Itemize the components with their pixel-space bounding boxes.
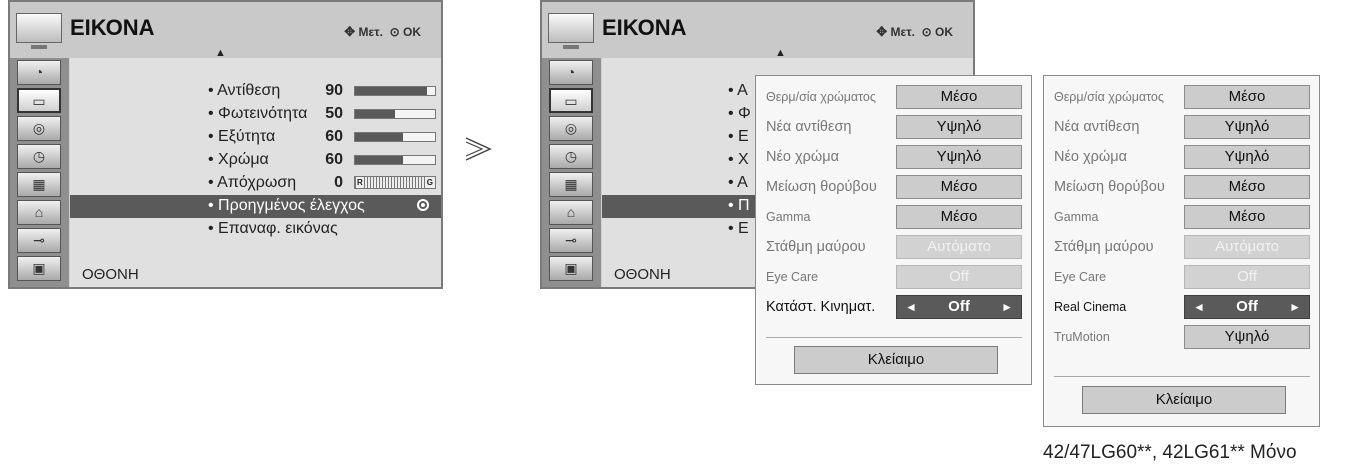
gamma-row[interactable]: Gamma Μέσο (756, 204, 1031, 231)
bar-fill (355, 133, 403, 141)
gamma-row[interactable]: Gamma Μέσο (1044, 204, 1319, 231)
sharpness-bar[interactable] (354, 132, 436, 142)
cinema-mode-row[interactable]: Κατάστ. Κινηματ. ◄ Off ► (756, 294, 1031, 321)
screen-label[interactable]: ΟΘΟΝΗ (614, 266, 671, 283)
cinema-mode-value[interactable]: ◄ Off ► (896, 295, 1022, 319)
brightness-item[interactable]: • Φωτεινότητα 50 (70, 103, 441, 126)
connector-icon[interactable]: ⊸ (17, 228, 61, 253)
tint-item[interactable]: • Απόχρωση 0 R G (70, 172, 441, 195)
clock-icon[interactable]: ◷ (17, 144, 61, 169)
g-label: G (425, 177, 434, 188)
new-color-value[interactable]: Υψηλό (896, 145, 1022, 169)
contrast-item[interactable]: • Αντίθεση 90 (70, 80, 441, 103)
bar-fill (355, 87, 427, 95)
new-color-row[interactable]: Νέο χρώμα Υψηλό (756, 144, 1031, 171)
tv-screen-icon[interactable]: ▭ (17, 88, 61, 113)
photo-icon[interactable]: ▣ (17, 256, 61, 281)
advanced-settings-panel-1: Θερμ/σία χρώματος Μέσο Νέα αντίθεση Υψηλ… (755, 75, 1032, 385)
trumotion-value[interactable]: Υψηλό (1184, 325, 1310, 349)
black-level-row[interactable]: Στάθμη μαύρου Αυτόματο (756, 234, 1031, 261)
connector-icon[interactable]: ⊸ (549, 228, 593, 253)
black-level-row[interactable]: Στάθμη μαύρου Αυτόματο (1044, 234, 1319, 261)
close-button[interactable]: Κλείαιμο (794, 346, 998, 374)
ok-icon: ⊙ (389, 25, 400, 39)
left-arrow-icon[interactable]: ◄ (1193, 296, 1205, 318)
color-temperature-row[interactable]: Θερμ/σία χρώματος Μέσο (756, 84, 1031, 111)
color-item[interactable]: • Χρώμα 60 (70, 149, 441, 172)
lock-grid-icon[interactable]: ▦ (17, 172, 61, 197)
bar-fill (355, 156, 403, 164)
color-temperature-row[interactable]: Θερμ/σία χρώματος Μέσο (1044, 84, 1319, 111)
menu-sidebar: ◔ ▭ ◎ ◷ ▦ ⌂ ⊸ ▣ (542, 58, 601, 287)
tv-icon (16, 13, 62, 49)
new-color-value[interactable]: Υψηλό (1184, 145, 1310, 169)
divider (766, 337, 1022, 338)
speaker-icon[interactable]: ◎ (17, 116, 61, 141)
next-step-arrow-icon (465, 137, 492, 161)
menu-titlebar: ΕΙΚΟΝΑ ✥ Μετ. ⊙ OK ▲ (10, 2, 441, 59)
right-arrow-icon[interactable]: ► (1289, 296, 1301, 318)
tv-icon (548, 13, 594, 49)
eye-care-value[interactable]: Off (1184, 265, 1310, 289)
new-contrast-value[interactable]: Υψηλό (1184, 115, 1310, 139)
trumotion-row[interactable]: TruMotion Υψηλό (1044, 324, 1319, 351)
menu-title: ΕΙΚΟΝΑ (602, 15, 687, 40)
bar-fill (355, 110, 395, 118)
model-note: 42/47LG60**, 42LG61** Μόνο (1043, 442, 1297, 463)
photo-icon[interactable]: ▣ (549, 256, 593, 281)
left-arrow-icon[interactable]: ◄ (905, 296, 917, 318)
menu-titlebar: ΕΙΚΟΝΑ ✥ Μετ. ⊙ OK ▲ (542, 2, 973, 59)
nav-hint: ✥ Μετ. ⊙ OK (876, 24, 953, 39)
noise-reduction-value[interactable]: Μέσο (1184, 175, 1310, 199)
nav-hint: ✥ Μετ. ⊙ OK (344, 24, 421, 39)
color-temperature-value[interactable]: Μέσο (1184, 85, 1310, 109)
color-bar[interactable] (354, 155, 436, 165)
sharpness-item[interactable]: • Εξύτητα 60 (70, 126, 441, 149)
new-color-row[interactable]: Νέο χρώμα Υψηλό (1044, 144, 1319, 171)
advanced-settings-panel-2: Θερμ/σία χρώματος Μέσο Νέα αντίθεση Υψηλ… (1043, 75, 1320, 427)
gamma-value[interactable]: Μέσο (1184, 205, 1310, 229)
color-temperature-value[interactable]: Μέσο (896, 85, 1022, 109)
new-contrast-row[interactable]: Νέα αντίθεση Υψηλό (756, 114, 1031, 141)
new-contrast-row[interactable]: Νέα αντίθεση Υψηλό (1044, 114, 1319, 141)
noise-reduction-row[interactable]: Μείωση θορύβου Μέσο (1044, 174, 1319, 201)
picture-reset-item[interactable]: • Επαναφ. εικόνας (70, 218, 441, 241)
picture-menu-left: ΕΙΚΟΝΑ ✥ Μετ. ⊙ OK ▲ ◔ ▭ ◎ ◷ ▦ ⌂ ⊸ ▣ • Α… (8, 0, 443, 289)
gamma-value[interactable]: Μέσο (896, 205, 1022, 229)
clock-icon[interactable]: ◷ (549, 144, 593, 169)
menu-title: ΕΙΚΟΝΑ (70, 15, 155, 40)
noise-reduction-value[interactable]: Μέσο (896, 175, 1022, 199)
close-button[interactable]: Κλείαιμο (1082, 386, 1286, 414)
eye-care-value[interactable]: Off (896, 265, 1022, 289)
lock-grid-icon[interactable]: ▦ (549, 172, 593, 197)
black-level-value[interactable]: Αυτόματο (896, 235, 1022, 259)
eye-care-row[interactable]: Eye Care Off (1044, 264, 1319, 291)
menu-items: • Αντίθεση 90 • Φωτεινότητα 50 • Εξύτητα… (70, 58, 441, 287)
selected-radio-icon (417, 199, 429, 211)
contrast-bar[interactable] (354, 86, 436, 96)
divider (1054, 376, 1310, 377)
speaker-icon[interactable]: ◎ (549, 116, 593, 141)
right-arrow-icon[interactable]: ► (1001, 296, 1013, 318)
tint-slider[interactable]: R G (354, 176, 436, 189)
noise-reduction-row[interactable]: Μείωση θορύβου Μέσο (756, 174, 1031, 201)
eye-care-row[interactable]: Eye Care Off (756, 264, 1031, 291)
screen-label[interactable]: ΟΘΟΝΗ (82, 266, 139, 283)
move-arrows-icon: ✥ (344, 24, 356, 39)
satellite-dish-icon[interactable]: ◔ (549, 60, 593, 85)
new-contrast-value[interactable]: Υψηλό (896, 115, 1022, 139)
real-cinema-row[interactable]: Real Cinema ◄ Off ► (1044, 294, 1319, 321)
tv-screen-icon[interactable]: ▭ (549, 88, 593, 113)
brightness-bar[interactable] (354, 109, 436, 119)
padlock-icon[interactable]: ⌂ (549, 200, 593, 225)
r-label: R (356, 177, 364, 188)
move-arrows-icon: ✥ (876, 24, 888, 39)
padlock-icon[interactable]: ⌂ (17, 200, 61, 225)
ok-icon: ⊙ (921, 25, 932, 39)
satellite-dish-icon[interactable]: ◔ (17, 60, 61, 85)
black-level-value[interactable]: Αυτόματο (1184, 235, 1310, 259)
menu-sidebar: ◔ ▭ ◎ ◷ ▦ ⌂ ⊸ ▣ (10, 58, 69, 287)
real-cinema-value[interactable]: ◄ Off ► (1184, 295, 1310, 319)
advanced-control-item[interactable]: • Προηγμένος έλεγχος (70, 195, 441, 218)
